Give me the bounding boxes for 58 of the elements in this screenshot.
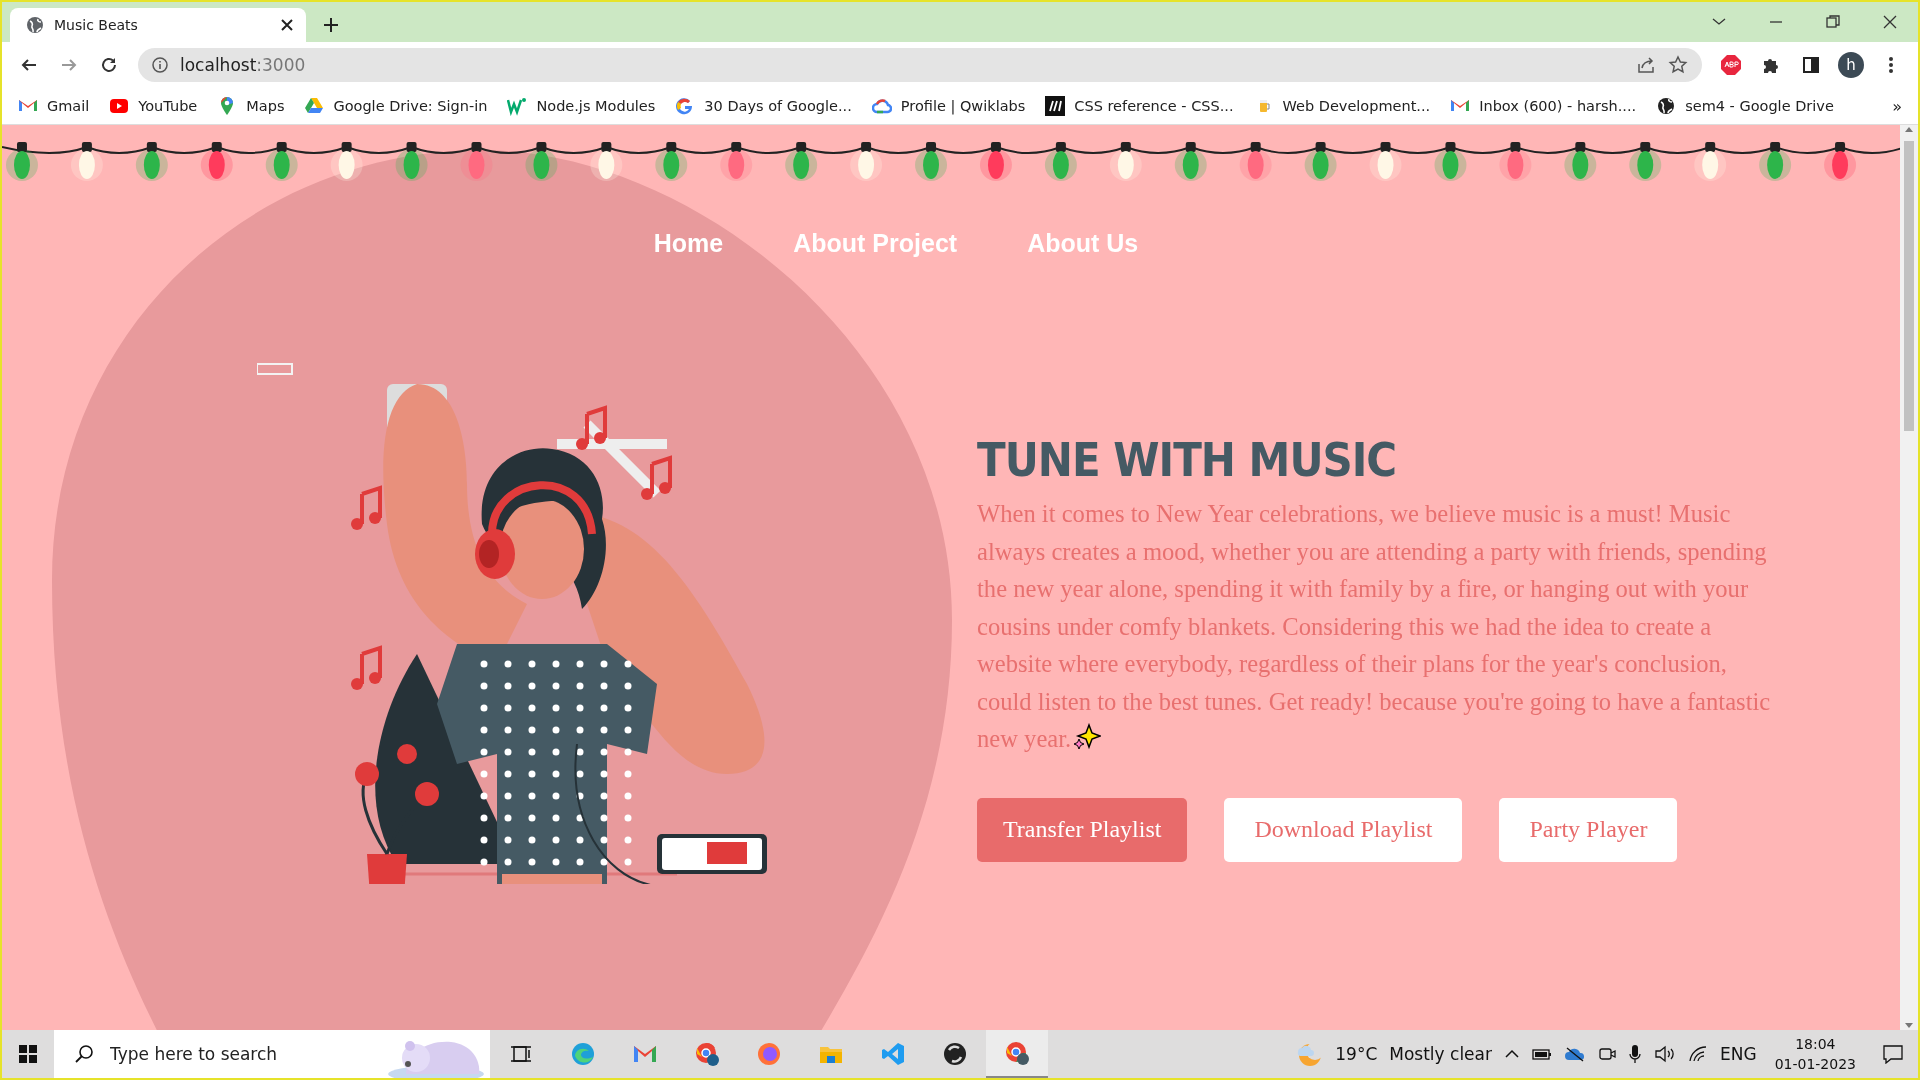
ring-logo-icon[interactable] [1005, 1041, 1029, 1065]
bookmark-link[interactable]: Profile | Qwiklabs [871, 96, 1026, 116]
windows-logo-icon[interactable] [18, 1044, 38, 1064]
info-icon [152, 57, 168, 73]
browser-tab[interactable]: Music Beats [10, 8, 306, 42]
microphone-icon[interactable] [1628, 1044, 1642, 1064]
aperture-icon[interactable] [943, 1042, 967, 1066]
globe-icon [1656, 96, 1677, 116]
clock-date[interactable]: 01-01-2023 [1774, 1054, 1856, 1074]
speaker-icon[interactable] [1654, 1045, 1676, 1063]
side-panel-icon[interactable] [1802, 56, 1820, 74]
globe-icon [26, 16, 44, 34]
search-icon [74, 1044, 94, 1064]
stop-sign-icon[interactable] [1720, 54, 1742, 76]
search-input[interactable]: Type here to search [108, 1043, 372, 1065]
kebab-menu-icon[interactable] [1888, 56, 1894, 74]
w-letter-mark-icon [507, 96, 528, 116]
plus-icon[interactable] [323, 17, 339, 33]
scroll-up-arrow-icon[interactable] [1904, 125, 1914, 133]
triangle-icon [304, 96, 325, 116]
bookmarks-overflow-button[interactable]: » [1892, 96, 1902, 116]
bookmark-link[interactable]: Gmail [18, 96, 90, 116]
language-indicator[interactable]: ENG [1720, 1044, 1757, 1064]
bookmark-link[interactable]: Inbox (600) - harsh.... [1450, 96, 1637, 116]
clock-time[interactable]: 18:04 [1795, 1034, 1836, 1054]
notification-icon[interactable] [1882, 1044, 1904, 1064]
bookmark-link[interactable]: 30 Days of Google... [675, 96, 852, 116]
cloud-icon[interactable] [1564, 1046, 1586, 1062]
sparkle-icon [1073, 723, 1102, 751]
restore-icon[interactable] [1823, 13, 1842, 31]
scroll-down-arrow-icon[interactable] [1904, 1022, 1914, 1030]
bookmark-link[interactable]: Google Drive: Sign-in [304, 96, 488, 116]
camera-icon[interactable] [1598, 1045, 1616, 1063]
play-button-icon [109, 96, 130, 116]
cloud-icon [871, 96, 892, 116]
hero-heading: TUNE WITH MUSIC [977, 433, 1398, 488]
share-icon[interactable] [1636, 55, 1656, 75]
url-text: localhost:3000 [180, 55, 307, 75]
fox-globe-icon[interactable] [757, 1042, 781, 1066]
bookmark-link[interactable]: sem4 - Google Drive [1656, 96, 1834, 116]
taskbar-search-field[interactable]: Type here to search [54, 1030, 490, 1078]
bookmark-link[interactable]: CSS reference - CSS... [1045, 96, 1234, 116]
ring-logo-icon[interactable] [695, 1042, 719, 1066]
temperature-text: 19°C [1335, 1044, 1378, 1064]
bookmark-link[interactable]: Web Development... [1253, 96, 1431, 116]
close-icon[interactable] [280, 18, 294, 32]
bookmark-link[interactable]: Node.js Modules [507, 96, 656, 116]
bookmark-link[interactable]: YouTube [109, 96, 198, 116]
address-bar[interactable]: localhost:3000 [138, 48, 1702, 82]
reload-icon[interactable] [100, 56, 118, 74]
star-icon[interactable] [1668, 55, 1688, 75]
weather-condition-text: Mostly clear [1389, 1044, 1492, 1064]
profile-avatar[interactable]: h [1838, 52, 1864, 78]
wifi-icon[interactable] [1688, 1045, 1708, 1063]
scrollbar-thumb[interactable] [1904, 141, 1914, 431]
bookmark-link[interactable]: Maps [217, 96, 285, 116]
hero-paragraph: When it comes to New Year celebrations, we believe music is a must! Music always creates a mood, whether you are attending a party with friends, spending the new year alone, spending it with family by a fire, or hanging out with your cousins under comfy blankets. Considering this we had the idea to create a website where everybody, regardless of their plans for the year's conclusion, could listen to the best tunes. Get ready! because you're going to have a fantastic new year. [977, 499, 1772, 754]
battery-icon[interactable] [1532, 1046, 1552, 1062]
